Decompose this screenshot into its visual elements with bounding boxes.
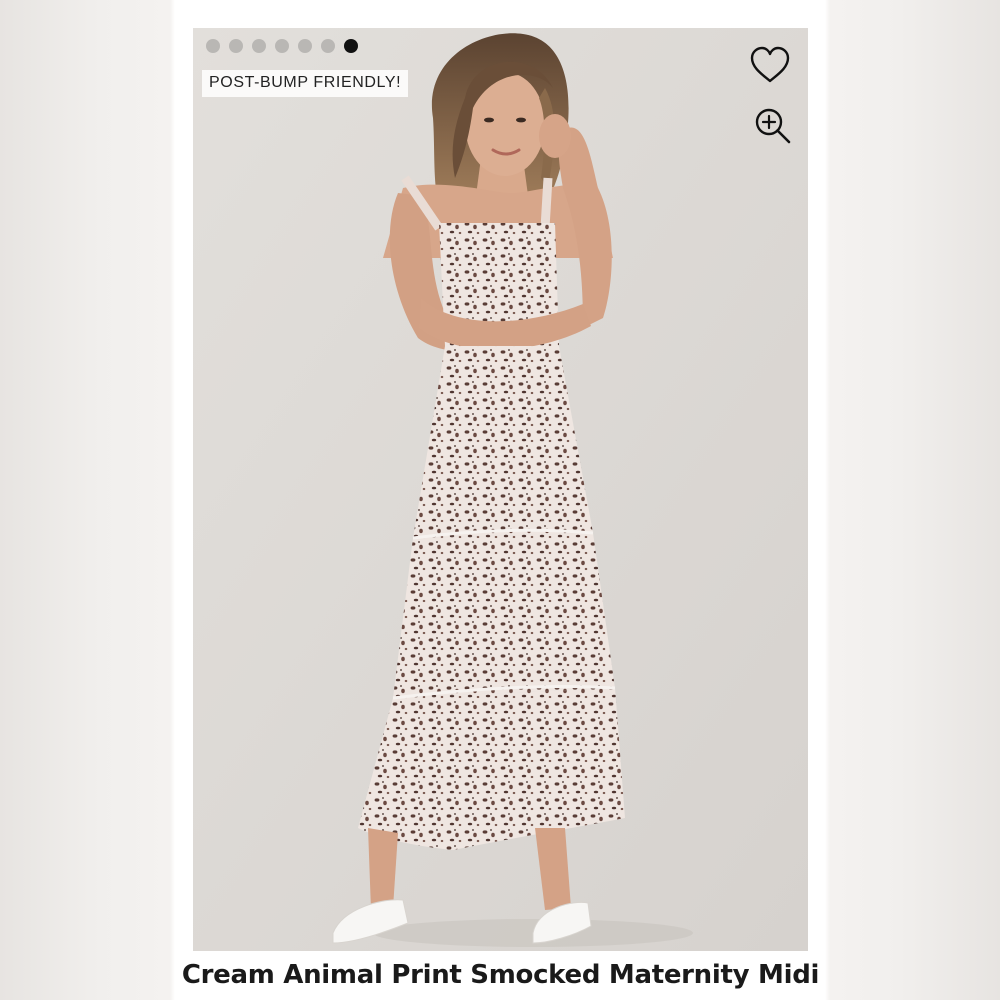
gallery-dot[interactable] (252, 39, 266, 53)
post-bump-badge: POST-BUMP FRIENDLY! (202, 70, 409, 97)
heart-icon (750, 46, 790, 83)
gallery-dot[interactable] (321, 39, 335, 53)
gallery-dot-active[interactable] (344, 39, 358, 53)
favorite-button[interactable] (746, 41, 794, 89)
gallery-dot[interactable] (206, 39, 220, 53)
product-card: POST-BUMP FRIENDLY! Cream Animal Print S… (177, 0, 824, 1000)
product-image[interactable]: POST-BUMP FRIENDLY! (193, 28, 808, 951)
model-photo (193, 28, 808, 951)
gallery-dot[interactable] (229, 39, 243, 53)
gallery-dot[interactable] (298, 39, 312, 53)
gallery-pagination (206, 39, 358, 53)
product-title: Cream Animal Print Smocked Maternity Mid… (181, 960, 820, 990)
zoom-button[interactable] (749, 103, 797, 151)
zoom-in-icon (755, 108, 791, 144)
gallery-dot[interactable] (275, 39, 289, 53)
